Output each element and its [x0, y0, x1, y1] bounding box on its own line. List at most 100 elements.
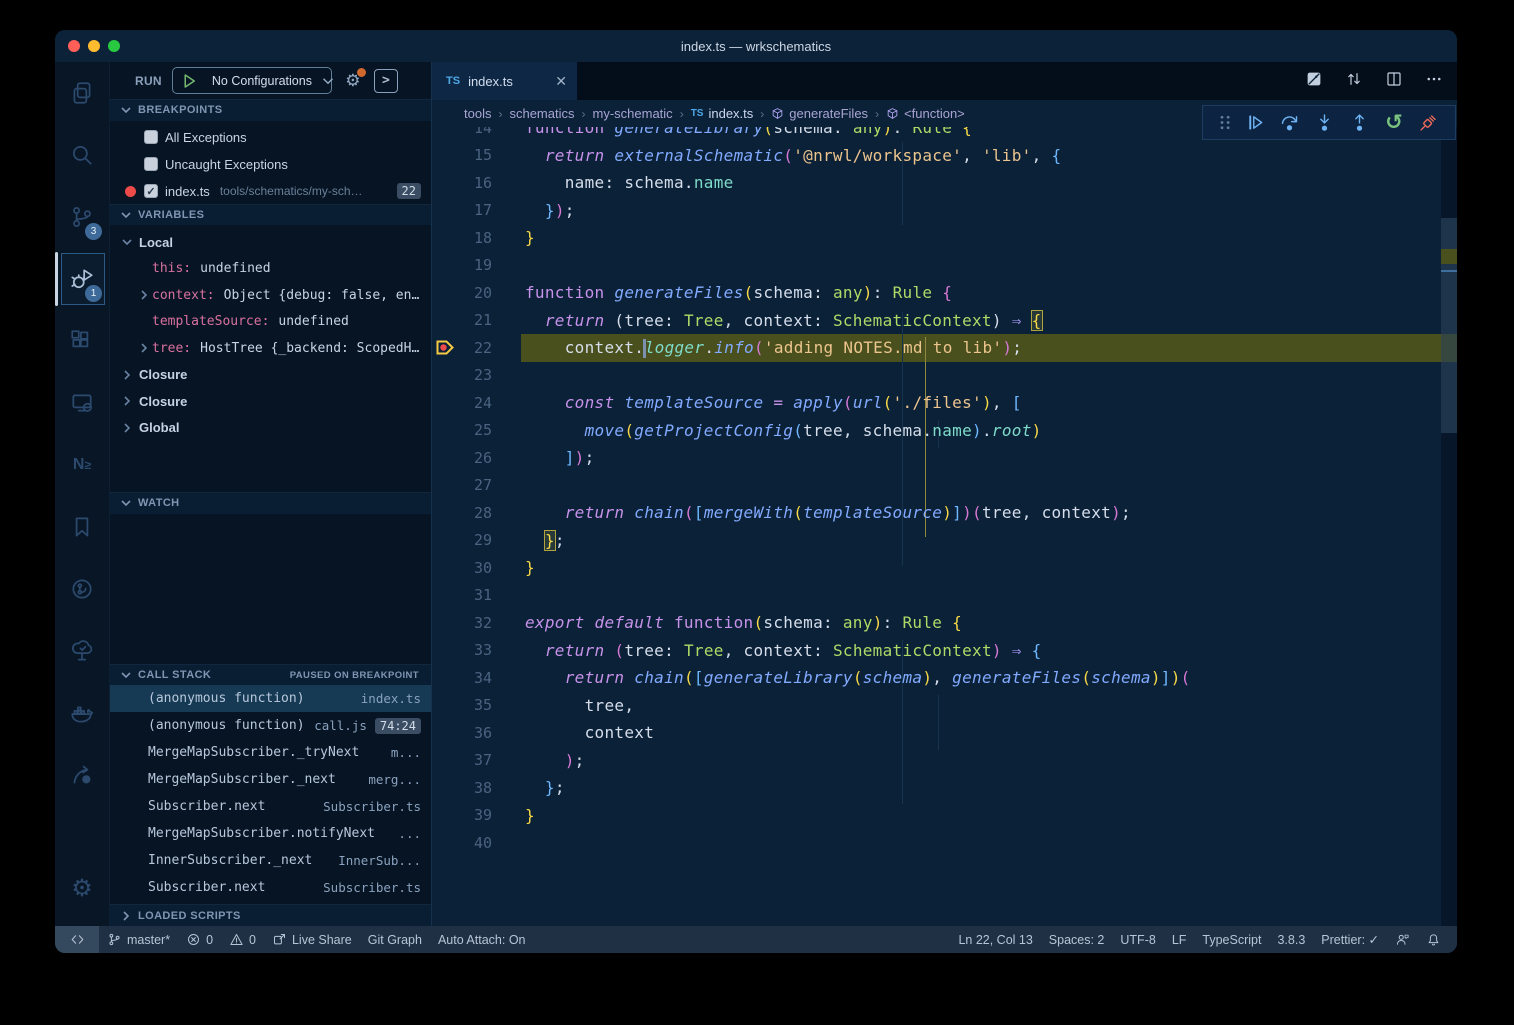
- stack-frame[interactable]: (anonymous function)index.ts: [110, 685, 431, 712]
- activity-item-todo-tree[interactable]: [55, 620, 109, 682]
- line-number[interactable]: 30: [458, 559, 492, 577]
- code-line-33[interactable]: 33 return (tree: Tree, context: Schemati…: [432, 637, 1441, 665]
- code-line-27[interactable]: 27: [432, 472, 1441, 500]
- code-lines[interactable]: 14function generateLibrary(schema: any):…: [432, 114, 1441, 857]
- breakpoint-row[interactable]: Uncaught Exceptions: [110, 151, 431, 178]
- watch-header[interactable]: WATCH: [110, 492, 431, 514]
- line-number[interactable]: 31: [458, 586, 492, 604]
- live-share-status-item[interactable]: Live Share: [264, 926, 360, 953]
- code-line-36[interactable]: 36 context: [432, 719, 1441, 747]
- activity-item-source-control[interactable]: 3: [55, 186, 109, 248]
- typescript-status-item[interactable]: TypeScript: [1194, 926, 1269, 953]
- code-line-29[interactable]: 29 };: [432, 527, 1441, 555]
- line-number[interactable]: 26: [458, 449, 492, 467]
- split-editor-button[interactable]: [1385, 70, 1403, 93]
- activity-item-search[interactable]: [55, 124, 109, 186]
- code-line-16[interactable]: 16 name: schema.name: [432, 169, 1441, 197]
- breadcrumb-item[interactable]: schematics: [509, 106, 574, 121]
- gitlens-compare-button[interactable]: [1305, 70, 1323, 93]
- variable-row[interactable]: templateSource:undefined: [110, 309, 431, 336]
- code-text[interactable]: };: [492, 778, 565, 797]
- code-text[interactable]: return (tree: Tree, context: SchematicCo…: [492, 311, 1042, 330]
- line-number[interactable]: 25: [458, 421, 492, 439]
- start-debug-icon[interactable]: [180, 70, 198, 92]
- code-line-32[interactable]: 32export default function(schema: any): …: [432, 609, 1441, 637]
- code-line-18[interactable]: 18}: [432, 224, 1441, 252]
- git-graph-status-item[interactable]: Git Graph: [360, 926, 430, 953]
- stack-frame[interactable]: MergeMapSubscriber.notifyNext...: [110, 820, 431, 847]
- code-line-35[interactable]: 35 tree,: [432, 692, 1441, 720]
- code-line-39[interactable]: 39}: [432, 802, 1441, 830]
- code-area[interactable]: 14function generateLibrary(schema: any):…: [432, 100, 1457, 926]
- code-text[interactable]: const templateSource = apply(url('./file…: [492, 393, 1022, 412]
- code-line-15[interactable]: 15 return externalSchematic('@nrwl/works…: [432, 142, 1441, 170]
- line-number[interactable]: 32: [458, 614, 492, 632]
- line-number[interactable]: 29: [458, 531, 492, 549]
- activity-item-share[interactable]: [55, 744, 109, 806]
- configure-gear-button[interactable]: ⚙: [342, 70, 364, 92]
- code-line-22[interactable]: 22 context.logger.info('adding NOTES.md …: [432, 334, 1441, 362]
- line-number[interactable]: 18: [458, 229, 492, 247]
- code-line-28[interactable]: 28 return chain([mergeWith(templateSourc…: [432, 499, 1441, 527]
- close-window-button[interactable]: [68, 40, 80, 52]
- variable-row[interactable]: context:Object {debug: false, en…: [110, 282, 431, 309]
- stack-frame[interactable]: MergeMapSubscriber._nextmerg...: [110, 766, 431, 793]
- stack-frame[interactable]: Subscriber.nextSubscriber.ts: [110, 793, 431, 820]
- line-number[interactable]: 28: [458, 504, 492, 522]
- code-text[interactable]: });: [492, 201, 575, 220]
- code-text[interactable]: name: schema.name: [492, 173, 734, 192]
- breadcrumb-item[interactable]: generateFiles: [771, 106, 868, 121]
- code-line-21[interactable]: 21 return (tree: Tree, context: Schemati…: [432, 307, 1441, 335]
- checkbox[interactable]: [144, 130, 158, 144]
- continue-button[interactable]: [1242, 110, 1268, 136]
- code-text[interactable]: );: [492, 751, 585, 770]
- line-number[interactable]: 37: [458, 751, 492, 769]
- close-tab-icon[interactable]: ✕: [555, 73, 567, 90]
- zoom-window-button[interactable]: [108, 40, 120, 52]
- line-number[interactable]: 33: [458, 641, 492, 659]
- bell-status-item[interactable]: [1418, 926, 1449, 953]
- line-number[interactable]: 15: [458, 146, 492, 164]
- line-number[interactable]: 40: [458, 834, 492, 852]
- activity-item-docker[interactable]: [55, 682, 109, 744]
- checkbox[interactable]: [144, 157, 158, 171]
- auto-attach-on-status-item[interactable]: Auto Attach: On: [430, 926, 534, 953]
- code-text[interactable]: context: [492, 723, 654, 742]
- breakpoints-header[interactable]: BREAKPOINTS: [110, 99, 431, 121]
- step-out-button[interactable]: [1346, 110, 1372, 136]
- open-changes-button[interactable]: [1345, 70, 1363, 93]
- line-number[interactable]: 34: [458, 669, 492, 687]
- branch-status-item[interactable]: master*: [99, 926, 178, 953]
- debug-console-button[interactable]: >: [374, 69, 398, 93]
- code-text[interactable]: }: [492, 806, 535, 825]
- line-number[interactable]: 39: [458, 806, 492, 824]
- activity-item-settings[interactable]: ⚙: [55, 858, 109, 920]
- activity-item-gitlens[interactable]: [55, 558, 109, 620]
- activity-item-nx-console[interactable]: N≥: [55, 434, 109, 496]
- code-text[interactable]: }: [492, 228, 535, 247]
- line-number[interactable]: 35: [458, 696, 492, 714]
- scope-row[interactable]: Local: [110, 229, 431, 256]
- line-number[interactable]: 24: [458, 394, 492, 412]
- launch-config-dropdown[interactable]: No Configurations: [172, 67, 332, 94]
- breadcrumb-item[interactable]: tools: [464, 106, 491, 121]
- step-into-button[interactable]: [1312, 110, 1338, 136]
- code-line-25[interactable]: 25 move(getProjectConfig(tree, schema.na…: [432, 417, 1441, 445]
- breadcrumb-item[interactable]: <function>: [886, 106, 965, 121]
- code-line-17[interactable]: 17 });: [432, 197, 1441, 225]
- code-text[interactable]: return (tree: Tree, context: SchematicCo…: [492, 641, 1042, 660]
- code-text[interactable]: return chain([generateLibrary(schema), g…: [492, 668, 1191, 687]
- code-line-19[interactable]: 19: [432, 252, 1441, 280]
- stack-frame[interactable]: (anonymous function)call.js74:24: [110, 712, 431, 739]
- call-stack-header[interactable]: CALL STACK PAUSED ON BREAKPOINT: [110, 664, 431, 686]
- prettier--status-item[interactable]: Prettier: ✓: [1313, 926, 1387, 953]
- code-line-23[interactable]: 23: [432, 362, 1441, 390]
- remote-status-item[interactable]: [55, 926, 99, 953]
- code-text[interactable]: function generateFiles(schema: any): Rul…: [492, 283, 952, 302]
- warning-status-item[interactable]: 0: [221, 926, 264, 953]
- breadcrumb-item[interactable]: my-schematic: [593, 106, 673, 121]
- line-number[interactable]: 17: [458, 201, 492, 219]
- spaces-2-status-item[interactable]: Spaces: 2: [1041, 926, 1113, 953]
- line-number[interactable]: 38: [458, 779, 492, 797]
- code-line-38[interactable]: 38 };: [432, 774, 1441, 802]
